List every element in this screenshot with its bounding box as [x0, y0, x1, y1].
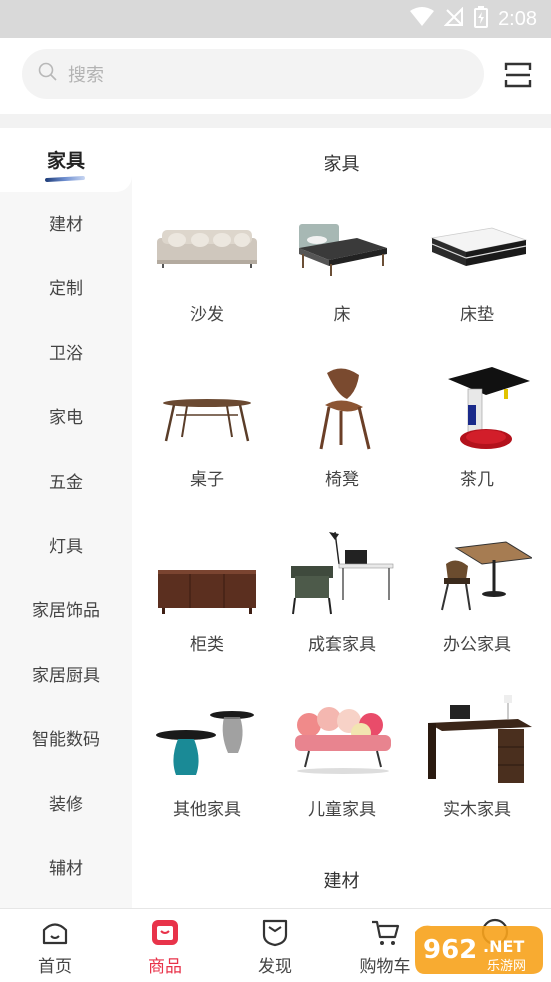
sidebar-item[interactable]: 家居厨具: [0, 656, 132, 696]
sidebar-item[interactable]: 定制: [0, 269, 132, 309]
tile-label: 办公家具: [443, 635, 511, 655]
office-furniture-icon: [441, 541, 532, 611]
category-tile-kids-furniture[interactable]: 儿童家具: [273, 695, 411, 855]
tile-label: 茶几: [460, 470, 494, 490]
scan-icon: [504, 62, 532, 88]
category-tile-mattress[interactable]: 床垫: [408, 200, 546, 360]
sidebar-item[interactable]: 家居饰品: [0, 591, 132, 631]
site-watermark: 962 .NET 乐游网: [411, 922, 547, 978]
category-tile-wood-furniture[interactable]: 实木家具: [408, 695, 546, 855]
category-tile-office-furniture[interactable]: 办公家具: [408, 530, 546, 690]
tile-label: 桌子: [190, 470, 224, 490]
category-tile-chair[interactable]: 椅凳: [273, 365, 411, 525]
sidebar-item[interactable]: 卫浴: [0, 334, 132, 374]
tile-label: 实木家具: [443, 800, 511, 820]
sidebar-item[interactable]: 辅材: [0, 849, 132, 889]
battery-charging-icon: [474, 6, 489, 32]
scan-button[interactable]: [503, 60, 533, 90]
search-header: 搜索: [0, 38, 551, 114]
category-tile-sofa[interactable]: 沙发: [138, 200, 276, 360]
next-section-title: 建材: [323, 871, 360, 892]
sidebar-item[interactable]: 智能数码: [0, 720, 132, 760]
cart-icon: [372, 920, 400, 945]
tab-label: 首页: [38, 957, 72, 977]
cabinet-icon: [158, 570, 256, 614]
category-tile-coffee-table[interactable]: 茶几: [408, 365, 546, 525]
wood-desk-icon: [428, 695, 532, 783]
tile-label: 床: [333, 305, 351, 325]
sidebar-item[interactable]: 建材: [0, 205, 132, 245]
sidebar-item[interactable]: 装修: [0, 785, 132, 825]
status-bar: 2:08: [0, 0, 551, 38]
side-tables-icon: [156, 711, 254, 775]
watermark-site: 乐游网: [487, 959, 526, 974]
mattress-icon: [430, 227, 528, 266]
wifi-icon: [410, 7, 435, 31]
tab-discover[interactable]: 发现: [220, 909, 330, 982]
tab-home[interactable]: 首页: [0, 909, 110, 982]
discover-icon: [262, 919, 288, 947]
sidebar-item[interactable]: 灯具: [0, 527, 132, 567]
category-tile-cabinet[interactable]: 柜类: [138, 530, 276, 690]
tile-label: 椅凳: [325, 470, 359, 490]
watermark-suffix: .NET: [483, 937, 524, 956]
tile-label: 床垫: [460, 305, 494, 325]
category-tile-other-furniture[interactable]: 其他家具: [138, 695, 276, 855]
kids-sofa-icon: [295, 707, 391, 774]
status-time: 2:08: [498, 7, 537, 30]
category-tile-bed[interactable]: 床: [273, 200, 411, 360]
sidebar-item[interactable]: 五金: [0, 463, 132, 503]
tile-label: 其他家具: [173, 800, 241, 820]
chair-icon: [319, 368, 371, 450]
sofa-icon: [157, 230, 257, 268]
goods-icon: [152, 920, 178, 945]
tile-label: 儿童家具: [308, 800, 376, 820]
category-tile-table[interactable]: 桌子: [138, 365, 276, 525]
search-placeholder: 搜索: [68, 65, 104, 86]
tile-label: 沙发: [190, 305, 224, 325]
coffee-table-icon: [448, 367, 530, 449]
search-input[interactable]: 搜索: [22, 49, 484, 99]
tab-goods[interactable]: 商品: [110, 909, 220, 982]
home-icon: [42, 923, 68, 945]
tab-label: 发现: [258, 957, 292, 977]
header-divider: [0, 114, 551, 128]
section-title: 家具: [323, 154, 360, 175]
sidebar-item-furniture-active[interactable]: 家具: [0, 128, 132, 192]
tile-label: 成套家具: [308, 635, 376, 655]
category-tile-furniture-set[interactable]: 成套家具: [273, 530, 411, 690]
bed-icon: [299, 224, 387, 276]
category-sidebar: 家具 建材 定制 卫浴 家电 五金 灯具 家居饰品 家居厨具 智能数码 装修 辅…: [0, 128, 132, 908]
table-icon: [163, 399, 251, 442]
sidebar-item[interactable]: 家电: [0, 398, 132, 438]
tab-label: 商品: [148, 957, 182, 977]
tile-label: 柜类: [190, 635, 224, 655]
furniture-set-icon: [291, 531, 394, 615]
active-underline: [44, 175, 86, 183]
sidebar-active-label: 家具: [46, 150, 85, 172]
search-icon: [38, 62, 58, 86]
no-signal-icon: [443, 6, 464, 31]
watermark-number: 962: [423, 935, 477, 965]
